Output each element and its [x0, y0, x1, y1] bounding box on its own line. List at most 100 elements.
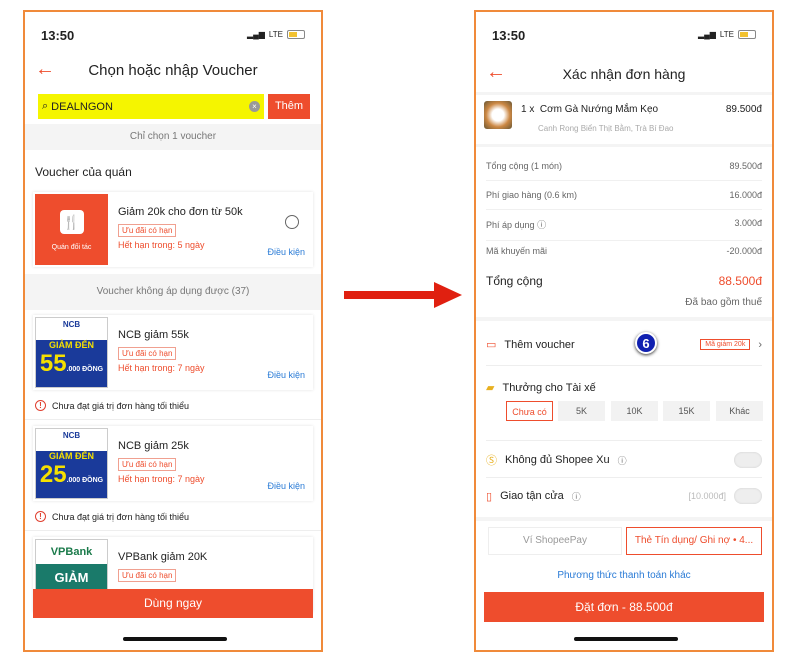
tip-option[interactable]: 5K — [558, 401, 605, 421]
voucher-tag: Ưu đãi có hạn — [118, 569, 177, 582]
hint-text: Chỉ chọn 1 voucher — [25, 124, 321, 150]
voucher-expiry: Hết hạn trong: 7 ngày — [118, 363, 205, 373]
voucher-screen: 13:50 ▂▄▆ LTE ← Chọn hoặc nhập Voucher ⌕ D… — [23, 10, 323, 652]
add-voucher-button[interactable]: Thêm — [268, 94, 310, 119]
voucher-card[interactable]: NCB GIẢM ĐẾN 55.000 ĐỒNG NCB giảm 55k Ưu … — [33, 315, 313, 390]
alert-icon: ! — [35, 400, 46, 411]
voucher-warning: ! Chưa đạt giá trị đơn hàng tối thiểu — [35, 400, 189, 411]
voucher-expiry: Hết hạn trong: 5 ngày — [118, 240, 205, 250]
row-value: -20.000đ — [726, 246, 762, 256]
summary-row: Tổng cộng (1 món) 89.500đ — [486, 161, 762, 181]
divider — [486, 440, 762, 441]
divider — [476, 144, 772, 147]
voucher-search-input[interactable]: ⌕ DEALNGON × — [38, 94, 264, 119]
voucher-title: Giảm 20k cho đơn từ 50k — [118, 206, 243, 218]
voucher-card[interactable]: NCB GIẢM ĐẾN 25.000 ĐỒNG NCB giảm 25k Ưu … — [33, 426, 313, 501]
item-name: 1 x Cơm Gà Nướng Mắm Kẹo — [521, 104, 658, 115]
tip-option[interactable]: 10K — [611, 401, 658, 421]
section-title: Voucher của quán — [35, 165, 132, 179]
voucher-title: VPBank giảm 20K — [118, 551, 208, 563]
status-icons: ▂▄▆ LTE — [247, 30, 305, 39]
add-voucher-row[interactable]: ▭ Thêm voucher Mã giảm 20k › — [486, 338, 762, 352]
battery-icon — [738, 30, 756, 39]
tip-option[interactable]: 15K — [663, 401, 710, 421]
divider — [476, 92, 772, 95]
condition-link[interactable]: Điều kiện — [267, 247, 305, 257]
info-icon[interactable]: ⓘ — [537, 220, 546, 230]
voucher-title: NCB giảm 25k — [118, 440, 189, 452]
order-confirm-screen: 13:50 ▂▄▆ LTE ← Xác nhận đơn hàng 1 x Cơm… — [474, 10, 774, 652]
page-title: Xác nhận đơn hàng — [562, 66, 686, 82]
divider — [486, 477, 762, 478]
info-icon[interactable]: ⓘ — [572, 490, 581, 503]
voucher-tag: Ưu đãi có hạn — [118, 347, 177, 360]
pay-tab-shopeepay[interactable]: Ví ShopeePay — [488, 527, 622, 555]
arrow-icon — [344, 282, 462, 308]
row-value: 3.000đ — [734, 218, 762, 228]
use-now-button[interactable]: Dùng ngay — [33, 589, 313, 618]
other-payment-link[interactable]: Phương thức thanh toán khác — [476, 570, 772, 581]
item-title: Cơm Gà Nướng Mắm Kẹo — [539, 104, 659, 115]
voucher-tag: Ưu đãi có hạn — [118, 224, 177, 237]
page-title: Chọn hoặc nhập Voucher — [88, 62, 258, 79]
status-time: 13:50 — [492, 28, 526, 43]
pay-tab-card[interactable]: Thẻ Tín dụng/ Ghi nợ • 4... — [626, 527, 762, 555]
total-label: Tổng cộng — [486, 274, 543, 288]
divider — [25, 419, 321, 420]
warning-text: Chưa đạt giá trị đơn hàng tối thiểu — [52, 511, 190, 522]
door-delivery-row: ▯ Giao tận cửa ⓘ [10.000đ] — [486, 488, 762, 504]
door-toggle[interactable] — [734, 488, 762, 504]
shop-voucher-card[interactable]: 🍴 Quán đối tác Giảm 20k cho đơn từ 50k Ư… — [33, 192, 313, 267]
summary-row: Mã khuyến mãi -20.000đ — [486, 246, 762, 265]
door-icon: ▯ — [486, 490, 493, 503]
ncb-thumb: NCB GIẢM ĐẾN 55.000 ĐỒNG — [35, 317, 108, 388]
promo-suffix: .000 ĐỒNG — [66, 366, 104, 373]
search-value: DEALNGON — [51, 100, 113, 113]
row-label: Mã khuyến mãi — [486, 246, 548, 256]
divider — [486, 365, 762, 366]
tip-option[interactable]: Khác — [716, 401, 763, 421]
divider — [476, 517, 772, 521]
brand-logo: VPBank — [50, 546, 93, 558]
signal-icon: ▂▄▆ — [246, 30, 265, 39]
driver-tip-row: ▰ Thưởng cho Tài xế — [486, 381, 762, 395]
chevron-right-icon: › — [758, 338, 762, 351]
row-label: Tổng cộng (1 món) — [486, 161, 563, 171]
unavailable-header: Voucher không áp dụng được (37) — [25, 274, 321, 310]
condition-link[interactable]: Điều kiện — [267, 481, 305, 491]
step-badge: 6 — [635, 332, 657, 354]
row-value: 16.000đ — [729, 190, 762, 200]
divider — [476, 317, 772, 321]
brand-logo: NCB — [62, 320, 81, 329]
warning-text: Chưa đạt giá trị đơn hàng tối thiểu — [52, 400, 190, 411]
total-value: 88.500đ — [718, 274, 762, 288]
tip-option[interactable]: Chưa có — [506, 401, 553, 421]
clear-icon[interactable]: × — [249, 101, 260, 112]
tip-icon: ▰ — [486, 382, 495, 394]
shopee-xu-row: Ⓢ Không đủ Shopee Xu ⓘ — [486, 452, 762, 468]
divider — [25, 530, 321, 531]
tip-label: Thưởng cho Tài xế — [502, 381, 596, 394]
promo-text: GIẢM ĐẾN — [49, 451, 94, 461]
alert-icon: ! — [35, 511, 46, 522]
condition-link[interactable]: Điều kiện — [267, 370, 305, 380]
info-icon[interactable]: ⓘ — [618, 454, 627, 467]
row-label: Phí giao hàng (0.6 km) — [486, 190, 578, 200]
tip-options: Chưa có 5K 10K 15K Khác — [506, 401, 763, 421]
voucher-expiry: Hết hạn trong: 7 ngày — [118, 474, 205, 484]
voucher-tag: Ưu đãi có hạn — [118, 458, 177, 471]
select-radio[interactable] — [285, 215, 299, 229]
home-indicator — [574, 637, 678, 641]
row-label: Phí áp dụng — [486, 220, 535, 230]
tax-note: Đã bao gồm thuế — [685, 297, 762, 308]
place-order-button[interactable]: Đặt đơn - 88.500đ — [484, 592, 764, 622]
xu-label: Không đủ Shopee Xu — [505, 454, 610, 466]
thumb-label: Quán đối tác — [51, 244, 92, 251]
promo-text: GIẢM ĐẾN — [49, 340, 94, 350]
partner-thumb: 🍴 Quán đối tác — [35, 194, 108, 265]
voucher-label: Thêm voucher — [504, 338, 575, 351]
xu-toggle[interactable] — [734, 452, 762, 468]
promo-suffix: .000 ĐỒNG — [66, 477, 104, 484]
home-indicator — [123, 637, 227, 641]
ncb-thumb: NCB GIẢM ĐẾN 25.000 ĐỒNG — [35, 428, 108, 499]
